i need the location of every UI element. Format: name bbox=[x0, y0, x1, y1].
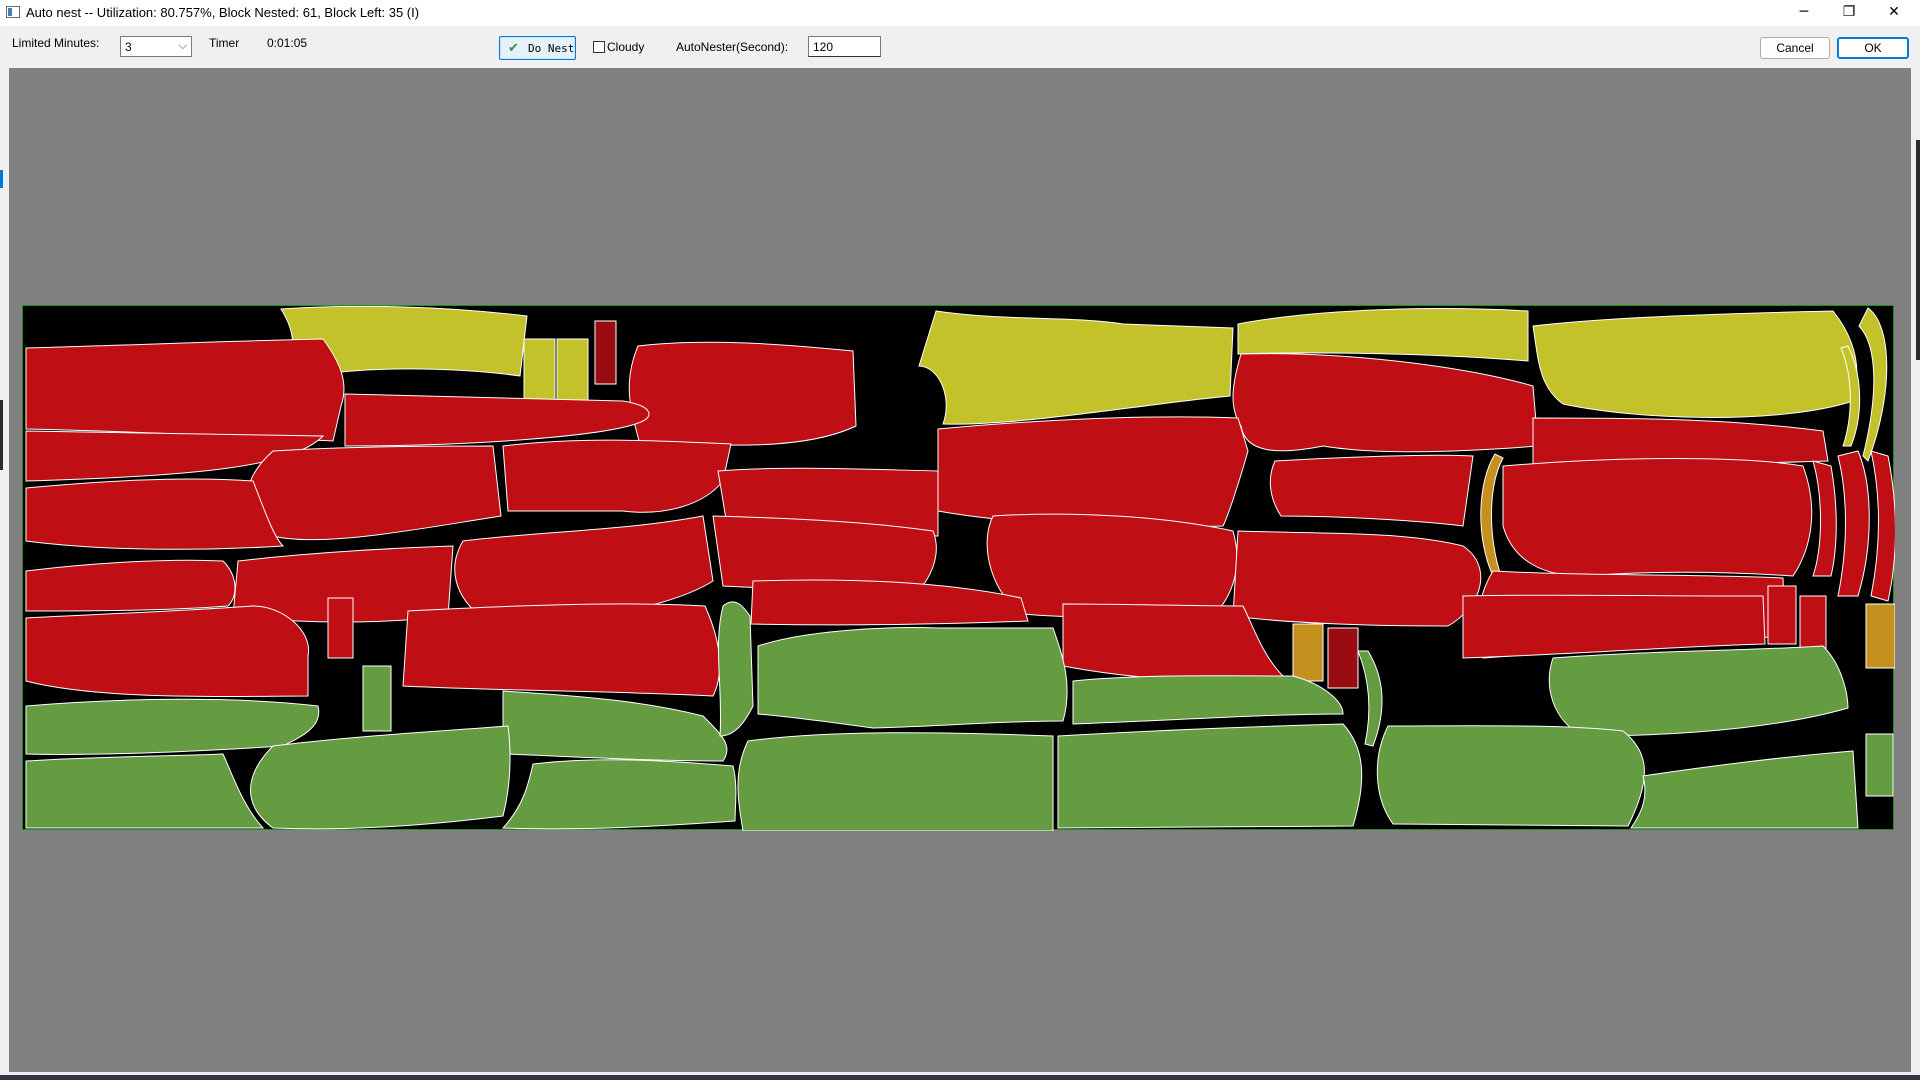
pattern-piece bbox=[750, 579, 1029, 626]
pattern-piece bbox=[1858, 307, 1888, 462]
pattern-piece bbox=[1865, 603, 1895, 669]
cloudy-label: Cloudy bbox=[607, 40, 645, 54]
pattern-piece bbox=[25, 753, 265, 829]
pattern-piece bbox=[1767, 585, 1797, 645]
pattern-piece bbox=[1502, 458, 1813, 577]
pattern-piece bbox=[1630, 750, 1859, 829]
chevron-down-icon: ⌵ bbox=[178, 39, 187, 52]
pattern-piece bbox=[362, 665, 392, 732]
pattern-piece bbox=[937, 416, 1249, 528]
pattern-piece bbox=[1865, 733, 1894, 797]
cloudy-checkbox[interactable] bbox=[593, 41, 605, 53]
pattern-piece bbox=[25, 605, 309, 698]
nesting-canvas[interactable] bbox=[9, 68, 1911, 1072]
pattern-piece bbox=[556, 338, 589, 405]
pattern-piece bbox=[1232, 353, 1539, 453]
pattern-piece bbox=[1232, 530, 1482, 627]
nested-pieces bbox=[25, 306, 1895, 831]
pattern-piece bbox=[1837, 450, 1870, 597]
pattern-piece bbox=[1269, 454, 1474, 527]
pattern-piece bbox=[1532, 417, 1829, 465]
pattern-piece bbox=[1462, 594, 1766, 659]
scrollbar[interactable] bbox=[1916, 140, 1920, 360]
pattern-piece bbox=[502, 690, 728, 762]
autonester-label: AutoNester(Second): bbox=[676, 40, 789, 54]
pattern-piece bbox=[25, 478, 285, 550]
marker-sheet[interactable] bbox=[22, 305, 1895, 831]
pattern-piece bbox=[246, 445, 502, 541]
pattern-piece bbox=[1357, 650, 1383, 747]
pattern-piece bbox=[594, 320, 617, 385]
pattern-piece bbox=[327, 597, 354, 659]
pattern-piece bbox=[717, 601, 754, 737]
limited-minutes-select[interactable]: 3 ⌵ bbox=[120, 36, 192, 57]
window-title: Auto nest -- Utilization: 80.757%, Block… bbox=[26, 5, 420, 20]
pattern-piece bbox=[1327, 627, 1359, 689]
left-edge-marker bbox=[0, 170, 3, 188]
pattern-piece bbox=[1532, 310, 1858, 418]
pattern-piece bbox=[1812, 460, 1837, 577]
pattern-piece bbox=[1057, 723, 1363, 829]
limited-minutes-label: Limited Minutes: bbox=[12, 36, 100, 50]
pattern-piece bbox=[501, 759, 737, 830]
pattern-piece bbox=[25, 559, 236, 612]
pattern-piece bbox=[1376, 725, 1645, 827]
app-icon bbox=[6, 6, 20, 18]
do-nest-label: Do Nest bbox=[528, 42, 575, 55]
pattern-piece bbox=[1292, 623, 1324, 682]
pattern-piece bbox=[344, 393, 650, 447]
close-button[interactable]: ✕ bbox=[1872, 0, 1916, 26]
restore-button[interactable]: ❐ bbox=[1827, 0, 1871, 26]
pattern-piece bbox=[502, 439, 732, 513]
pattern-piece bbox=[986, 513, 1238, 618]
cancel-button[interactable]: Cancel bbox=[1760, 37, 1830, 59]
pattern-piece bbox=[757, 627, 1068, 729]
pattern-piece bbox=[1072, 675, 1344, 725]
pattern-piece bbox=[1548, 645, 1849, 737]
limited-minutes-value: 3 bbox=[125, 40, 132, 54]
pattern-piece bbox=[1870, 450, 1895, 602]
pattern-piece bbox=[628, 341, 857, 446]
pattern-piece bbox=[1237, 308, 1529, 362]
pattern-piece bbox=[918, 310, 1234, 425]
taskbar-strip bbox=[0, 1075, 1920, 1080]
pattern-piece bbox=[402, 603, 721, 697]
left-edge-marker bbox=[0, 400, 3, 470]
timer-label: Timer bbox=[209, 36, 240, 50]
checkmark-icon: ✔ bbox=[508, 41, 519, 56]
autonester-seconds-input[interactable] bbox=[808, 36, 881, 57]
pattern-piece bbox=[523, 338, 556, 405]
ok-button[interactable]: OK bbox=[1837, 37, 1909, 59]
toolbar: Limited Minutes: 3 ⌵ Timer 0:01:05 ✔ Do … bbox=[0, 26, 1920, 68]
title-bar: Auto nest -- Utilization: 80.757%, Block… bbox=[0, 0, 1920, 26]
timer-value: 0:01:05 bbox=[267, 36, 308, 50]
pattern-piece bbox=[1480, 453, 1504, 577]
pattern-piece bbox=[737, 732, 1054, 831]
do-nest-button[interactable]: ✔ Do Nest bbox=[499, 36, 576, 60]
pattern-piece bbox=[25, 338, 345, 442]
minimize-button[interactable]: ─ bbox=[1782, 0, 1826, 26]
